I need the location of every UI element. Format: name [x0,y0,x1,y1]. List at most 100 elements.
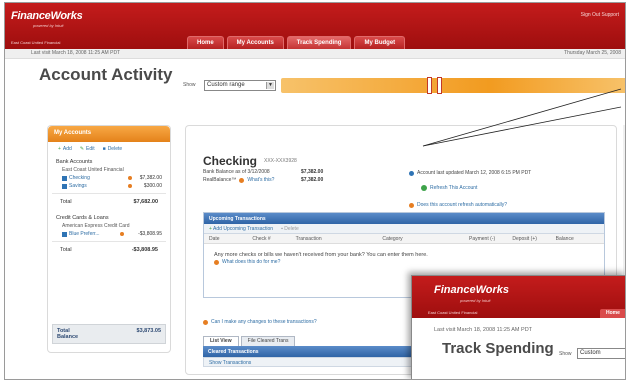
inset-page-title: Track Spending [442,340,554,357]
account-number: XXX-XXX3928 [264,158,297,164]
add-label: Add [62,146,72,152]
account-row-savings[interactable]: Savings $300.00 [48,182,170,190]
bank-name: East Coast United Financial [11,40,61,45]
help-icon [214,259,219,265]
inset-bank-name: East Coast United Financial [428,310,478,315]
bank-total-row: Total $7,682.00 [52,193,166,208]
account-amount: $300.00 [143,183,162,189]
account-amount: -$3,808.95 [138,231,162,237]
total-value: -$3,808.95 [131,247,158,253]
real-balance-row: RealBalance™ What's this? [203,177,274,183]
plus-icon: + [58,146,61,152]
bank-institution: East Coast United Financial [62,167,124,173]
date-range-value: Custom range [207,82,245,88]
timeline-start-handle[interactable] [427,77,432,94]
account-row-checking[interactable]: Checking $7,382.00 [48,174,170,182]
delete-label: Delete [107,146,123,152]
main-tabs: Home My Accounts Track Spending My Budge… [187,36,406,49]
edit-label: Edit [86,146,95,152]
show-label: Show [183,82,196,88]
zoom-inset: FinanceWorks powered by Intuit East Coas… [411,275,625,379]
alert-icon [128,184,132,188]
credit-accounts-heading: Credit Cards & Loans [56,215,109,221]
top-header: FinanceWorks powered by Intuit East Coas… [5,3,625,49]
account-amount: $7,382.00 [139,175,162,181]
account-name[interactable]: Checking [69,175,128,181]
inset-show-label: Show [559,351,572,357]
chevron-down-icon[interactable]: ▼ [266,82,274,89]
last-updated-text: Account last updated March 12, 2008 6:15… [417,170,532,176]
automate-label: Does this account refresh automatically? [417,202,508,208]
account-name[interactable]: Blue Preferr... [69,231,120,237]
whats-this-link[interactable]: What's this? [247,177,274,183]
header-links[interactable]: Sign Out Support [581,12,619,18]
bank-accounts-heading: Bank Accounts [56,159,93,165]
help-icon [203,319,208,325]
tab-cleared-view[interactable]: File Cleared Trans [240,336,296,346]
account-name[interactable]: Savings [69,183,128,189]
col-payment[interactable]: Payment (-) [469,236,512,242]
tab-home[interactable]: Home [187,36,224,49]
col-check[interactable]: Check # [252,236,295,242]
add-account-button[interactable]: + Add [58,146,72,152]
add-upcoming-label: Add Upcoming Transaction [213,226,274,232]
upcoming-help-link[interactable]: What does this do for me? [204,258,604,266]
col-category[interactable]: Category [382,236,469,242]
bank-balance-value: $7,382.00 [301,169,324,175]
logo-tagline: powered by Intuit [33,23,64,28]
trash-icon: ■ [102,146,106,152]
inset-range-select[interactable]: Custom [577,348,625,359]
account-title: Checking [203,154,258,168]
help-icon[interactable] [239,177,245,183]
app-window: FinanceWorks powered by Intuit East Coas… [4,2,626,380]
edit-account-button[interactable]: ✎ Edit [80,146,95,152]
total-label: Total [60,199,72,205]
financeworks-logo[interactable]: FinanceWorks [11,10,83,22]
refresh-account-link[interactable]: Refresh This Account [421,185,477,191]
upcoming-title: Upcoming Transactions [204,213,604,224]
bank-balance-label: Bank Balance as of 3/12/2008 [203,169,270,175]
grand-total-label: Total Balance [57,328,79,340]
status-bar: Last visit March 18, 2008 11:25 AM PDT T… [5,49,625,59]
alert-icon [128,176,132,180]
pencil-icon: ✎ [79,146,85,152]
tab-list-view[interactable]: List View [203,336,239,346]
date-range-timeline[interactable] [281,77,625,94]
delete-account-button[interactable]: ■ Delete [103,146,122,152]
upcoming-empty-message: Any more checks or bills we haven't rece… [214,252,428,258]
account-actions: + Add ✎ Edit ■ Delete [48,142,170,156]
col-balance[interactable]: Balance [556,236,599,242]
real-balance-label: RealBalance™ [203,177,237,183]
col-date[interactable]: Date [209,236,252,242]
my-accounts-title: My Accounts [48,126,170,142]
total-value: $7,682.00 [133,199,158,205]
account-row-credit[interactable]: Blue Preferr... -$3,808.95 [48,230,170,238]
refresh-label: Refresh This Account [430,185,478,191]
tab-my-accounts[interactable]: My Accounts [226,36,284,49]
my-accounts-panel: My Accounts + Add ✎ Edit ■ Delete Bank Acco… [47,125,171,353]
tab-my-budget[interactable]: My Budget [354,36,406,49]
delete-upcoming-button[interactable]: ▪ Delete [281,226,299,232]
upcoming-columns: Date Check # Transaction Category Paymen… [204,234,604,244]
tab-track-spending[interactable]: Track Spending [286,36,352,49]
col-deposit[interactable]: Deposit (+) [512,236,555,242]
col-transaction[interactable]: Transaction [296,236,383,242]
change-transactions-link[interactable]: Can I make any changes to these transact… [203,319,317,325]
date-range-select[interactable]: Custom range ▼ [204,80,276,91]
view-tabs: List View File Cleared Trans [203,336,296,346]
total-label: Total [60,247,72,253]
upcoming-help-label: What does this do for me? [222,259,281,265]
timeline-end-handle[interactable] [437,77,442,94]
last-visit-text: Last visit March 18, 2008 11:25 AM PDT [31,50,121,56]
change-transactions-label: Can I make any changes to these transact… [211,319,317,325]
real-balance-value: $7,382.00 [301,177,324,183]
page-title: Account Activity [39,65,173,84]
credit-card-icon [62,231,67,237]
bank-account-icon [62,175,67,181]
credit-total-row: Total -$3,808.95 [52,241,166,256]
automate-link[interactable]: Does this account refresh automatically? [409,202,507,208]
help-icon [409,202,414,208]
grand-total-value: $3,873.05 [136,328,161,334]
add-upcoming-button[interactable]: + Add Upcoming Transaction [209,226,274,232]
inset-tab-home[interactable]: Home [600,309,625,318]
